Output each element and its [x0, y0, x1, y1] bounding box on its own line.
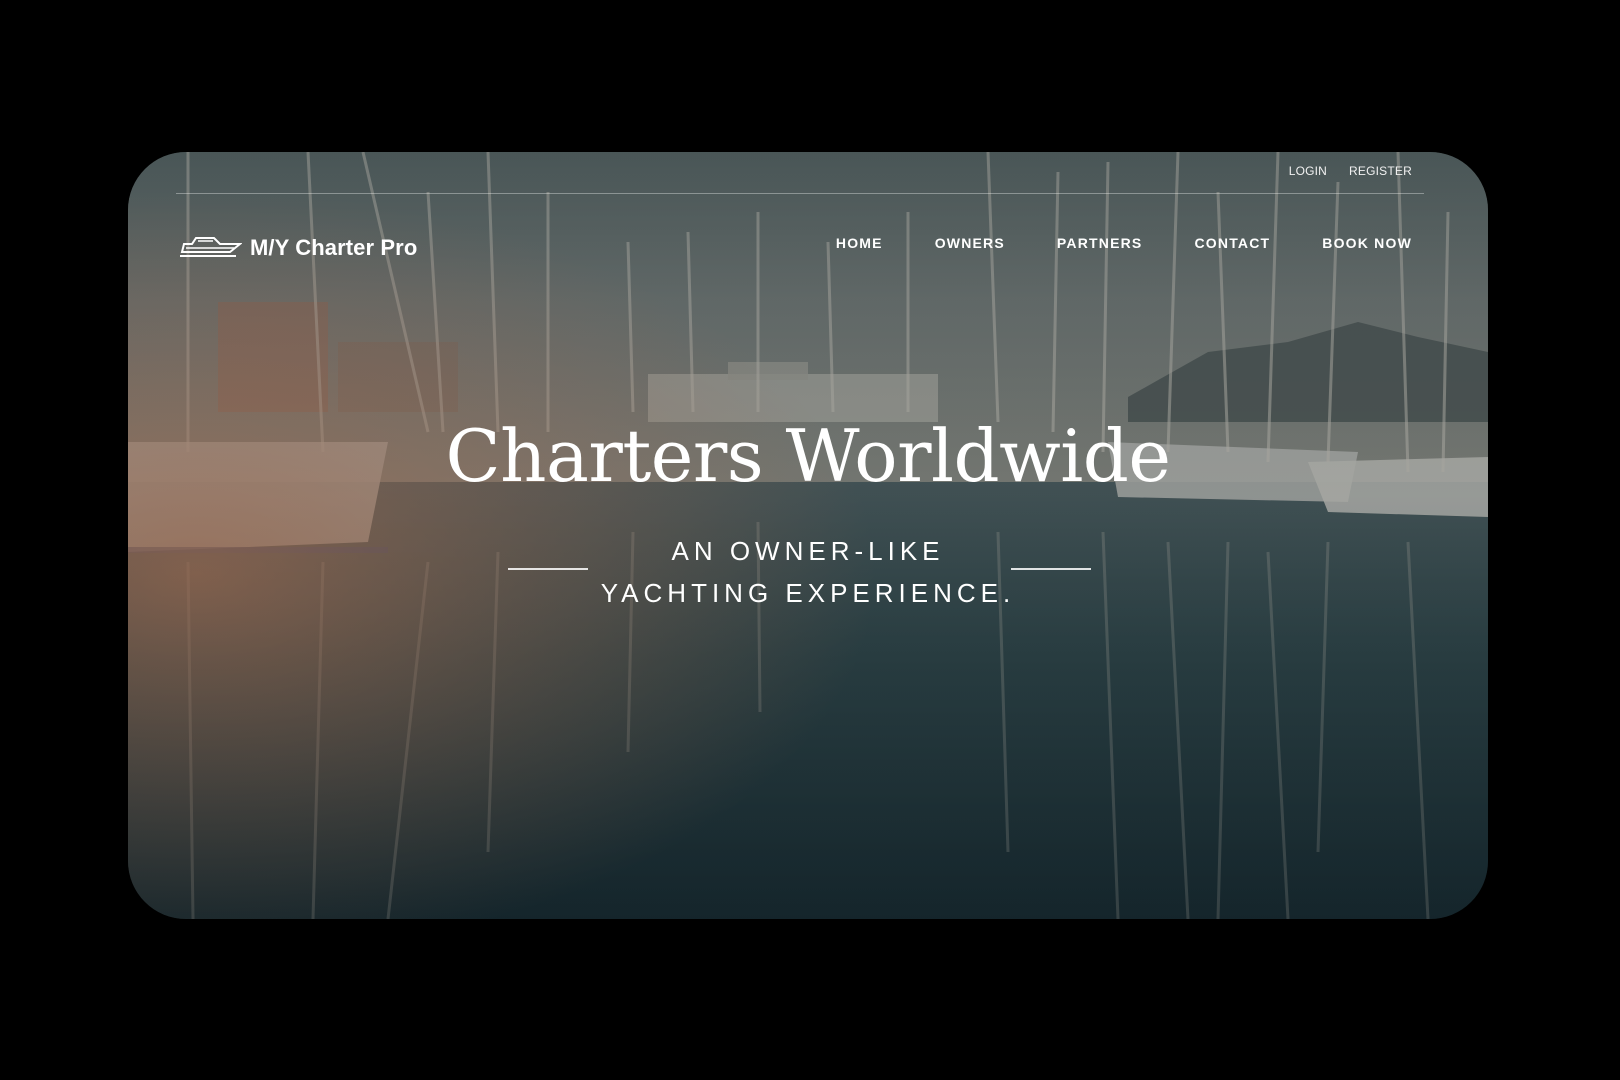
nav-owners[interactable]: OWNERS [935, 235, 1005, 251]
nav-book-now[interactable]: BOOK NOW [1322, 235, 1412, 251]
hero-divider-left [508, 568, 588, 570]
login-link[interactable]: LOGIN [1289, 164, 1327, 178]
hero-divider-right [1011, 568, 1091, 570]
brand-logo[interactable]: M/Y Charter Pro [180, 232, 417, 263]
hero-subtitle-line-1: AN OWNER-LIKE [671, 536, 945, 566]
brand-name: M/Y Charter Pro [250, 234, 418, 260]
register-link[interactable]: REGISTER [1349, 164, 1412, 178]
nav-partners[interactable]: PARTNERS [1057, 235, 1143, 251]
utility-bar: LOGIN REGISTER [1289, 164, 1412, 178]
main-nav: HOME OWNERS PARTNERS CONTACT BOOK NOW [836, 235, 1412, 251]
nav-contact[interactable]: CONTACT [1194, 235, 1270, 251]
hero-frame: LOGIN REGISTER M/Y Charter Pro HOME OWNE… [128, 152, 1488, 919]
yacht-icon [180, 232, 243, 263]
hero-title: Charters Worldwide [445, 414, 1171, 498]
hero-subtitle: AN OWNER-LIKE YACHTING EXPERIENCE. [128, 530, 1488, 614]
header-divider [176, 193, 1424, 194]
nav-home[interactable]: HOME [836, 235, 883, 251]
hero-subtitle-line-2: YACHTING EXPERIENCE. [600, 578, 1016, 608]
